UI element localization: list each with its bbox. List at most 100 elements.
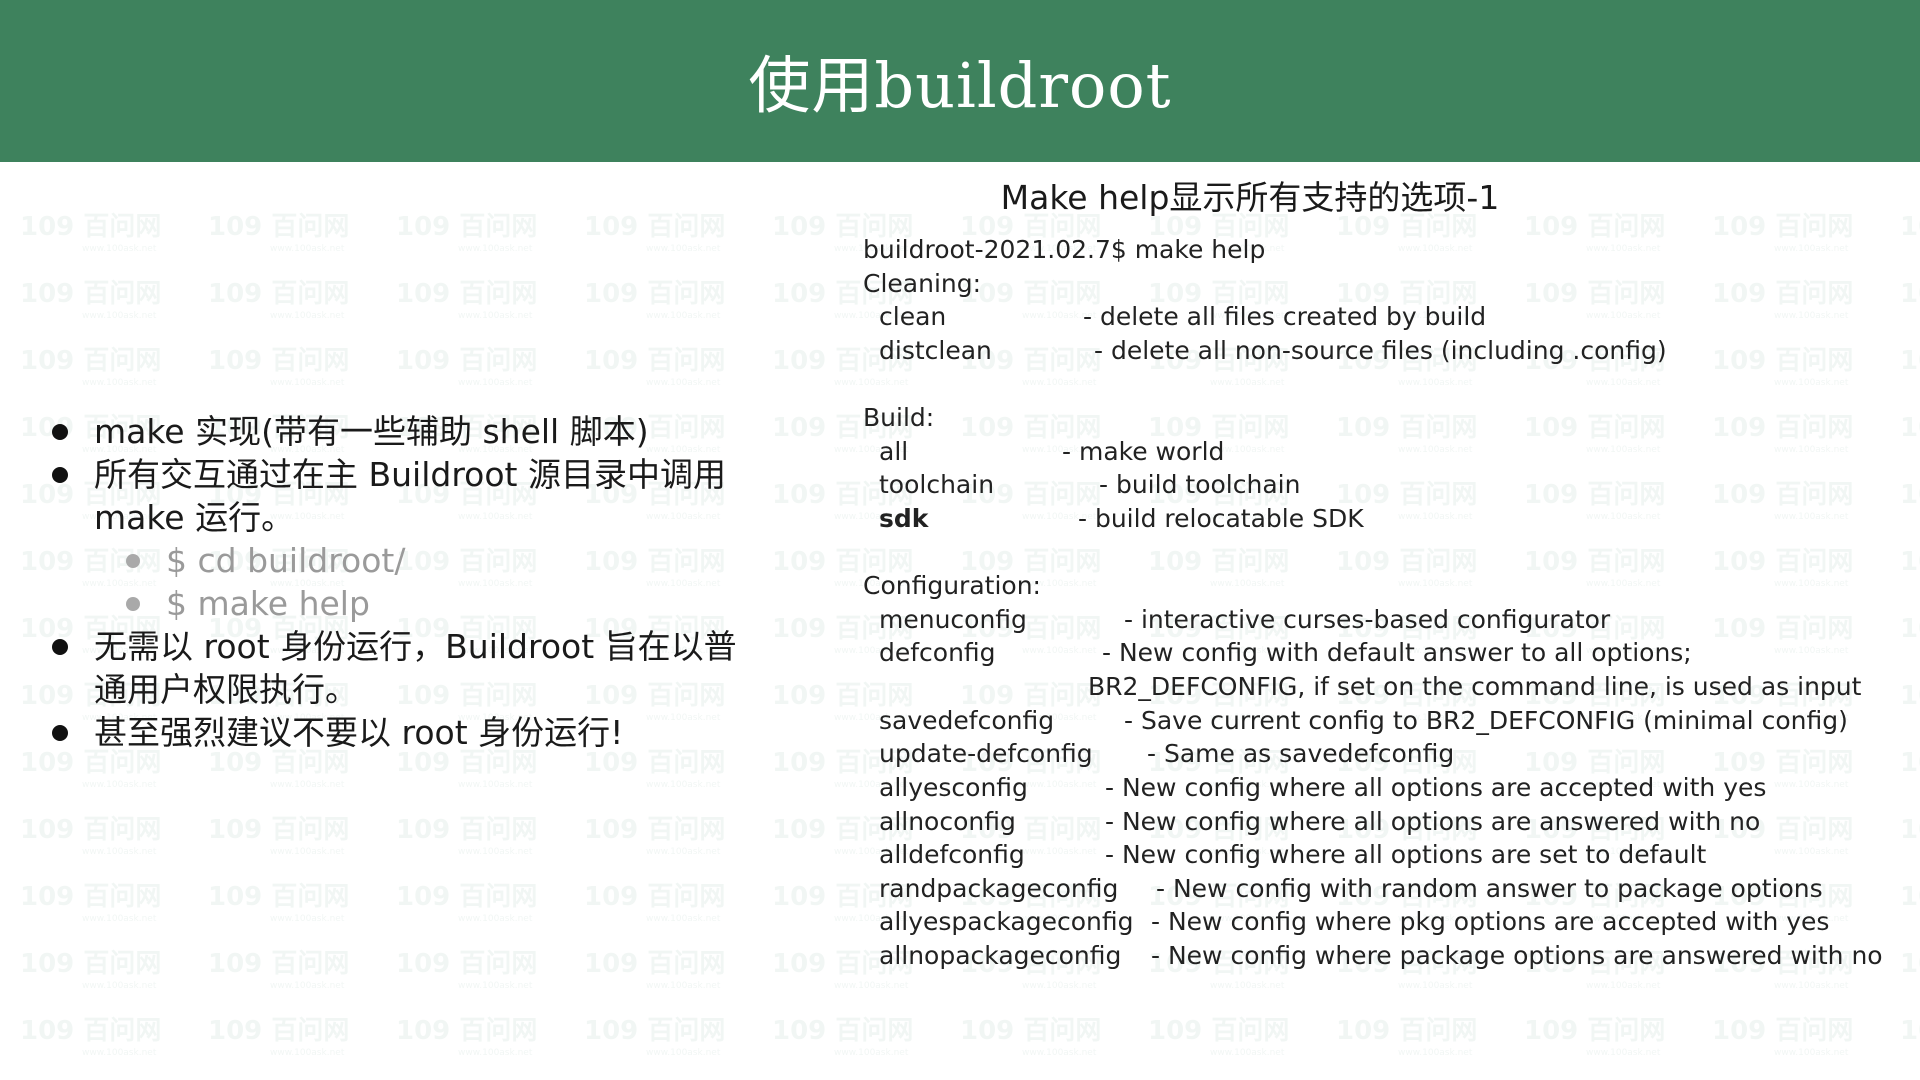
bullet-text: 无需以 root 身份运行，Buildroot 旨在以普 [94,627,737,666]
watermark-tile: 109 百问网www.100ask.net [1900,748,1920,778]
watermark-tile: 109 百问网www.100ask.net [584,212,726,254]
watermark-tile: 109 百问网www.100ask.net [20,815,162,857]
option-name: alldefconfig [879,840,1025,869]
option-row: distclean - delete all non-source files … [879,335,1667,367]
option-description: - New config where all options are answe… [1105,807,1761,836]
option-row: clean - delete all files created by buil… [879,301,1486,333]
watermark-tile: 109 百问网www.100ask.net [208,279,350,321]
watermark-tile: 109 百问网www.100ask.net [1900,614,1920,644]
watermark-tile: 109 百问网www.100ask.net [960,1016,1102,1058]
watermark-tile: 109 百问网www.100ask.net [584,949,726,991]
bullet-text: 甚至强烈建议不要以 root 身份运行! [94,713,624,752]
watermark-tile: 109 百问网www.100ask.net [208,815,350,857]
slide-title: 使用buildroot [748,49,1172,122]
watermark-tile: 109 百问网www.100ask.net [1524,547,1666,589]
bullet-item: make 实现(带有一些辅助 shell 脚本) [48,410,768,453]
option-description: - Save current config to BR2_DEFCONFIG (… [1124,706,1848,735]
sub-bullet-dot-icon [126,554,140,568]
option-name: allnopackageconfig [879,941,1122,970]
watermark-tile: 109 百问网www.100ask.net [1712,279,1854,321]
option-description: - delete all files created by build [1083,302,1487,331]
option-row: allyesconfig - New config where all opti… [879,772,1766,804]
option-row: allnopackageconfig - New config where pa… [879,940,1883,972]
option-name: defconfig [879,638,996,667]
watermark-tile: 109 百问网www.100ask.net [1524,279,1666,321]
bullet-text: 所有交互通过在主 Buildroot 源目录中调用 [94,455,726,494]
option-description: - New config with default answer to all … [1102,638,1692,667]
bullet-text: 通用户权限执行。 [94,670,358,709]
watermark-tile: 109 百问网www.100ask.net [208,1016,350,1058]
watermark-tile: 109 百问网www.100ask.net [396,346,538,388]
watermark-tile: 109 百问网www.100ask.net [584,815,726,857]
sub-bullet-dot-icon [126,597,140,611]
bullet-dot-icon [52,424,68,440]
watermark-tile: 109 百问网www.100ask.net [1900,279,1920,309]
watermark-tile: 109 百问网www.100ask.net [20,949,162,991]
option-description: - New config where package options are a… [1151,941,1883,970]
option-description: - New config where all options are accep… [1105,773,1767,802]
slide-header: 使用buildroot [0,0,1920,162]
option-description: - interactive curses-based configurator [1124,605,1611,634]
sub-bullet-text: $ cd buildroot/ [166,541,406,580]
bullet-text: make 运行。 [94,498,295,537]
section-heading-build: Build: [863,403,935,432]
option-row: sdk - build relocatable SDK [879,503,1364,535]
watermark-tile: 109 百问网www.100ask.net [20,882,162,924]
section-heading-configuration: Configuration: [863,571,1041,600]
watermark-tile: 109 百问网www.100ask.net [208,346,350,388]
option-description: - New config where all options are set t… [1105,840,1707,869]
watermark-tile: 109 百问网www.100ask.net [1524,413,1666,455]
option-name: allyespackageconfig [879,907,1134,936]
bullet-dot-icon [52,639,68,655]
watermark-tile: 109 百问网www.100ask.net [1900,413,1920,443]
option-row: allyespackageconfig - New config where p… [879,906,1829,938]
shell-prompt: buildroot-2021.02.7$ make help [863,235,1266,264]
watermark-tile: 109 百问网www.100ask.net [1336,547,1478,589]
watermark-tile: 109 百问网www.100ask.net [1148,1016,1290,1058]
option-name: allnoconfig [879,807,1016,836]
watermark-tile: 109 百问网www.100ask.net [20,1016,162,1058]
sub-bullet-text: $ make help [166,584,370,623]
option-description: - delete all non-source files (including… [1094,336,1667,365]
watermark-tile: 109 百问网www.100ask.net [1900,815,1920,845]
watermark-tile: 109 百问网www.100ask.net [584,279,726,321]
option-description: BR2_DEFCONFIG, if set on the command lin… [1088,672,1862,701]
option-description: - build relocatable SDK [1078,504,1364,533]
watermark-tile: 109 百问网www.100ask.net [1900,681,1920,711]
bullet-list: make 实现(带有一些辅助 shell 脚本) 所有交互通过在主 Buildr… [48,410,768,754]
watermark-tile: 109 百问网www.100ask.net [20,279,162,321]
sub-bullet-item: $ make help [48,582,768,625]
option-row: alldefconfig - New config where all opti… [879,839,1706,871]
option-name: allyesconfig [879,773,1028,802]
watermark-tile: 109 百问网www.100ask.net [20,346,162,388]
option-row: menuconfig - interactive curses-based co… [879,604,1610,636]
watermark-tile: 109 百问网www.100ask.net [208,882,350,924]
watermark-tile: 109 百问网www.100ask.net [772,1016,914,1058]
option-name: sdk [879,504,929,533]
option-name: randpackageconfig [879,874,1119,903]
option-row: allnoconfig - New config where all optio… [879,806,1760,838]
option-name: toolchain [879,470,995,499]
watermark-tile: 109 百问网www.100ask.net [396,279,538,321]
watermark-tile: 109 百问网www.100ask.net [1900,346,1920,376]
watermark-tile: 109 百问网www.100ask.net [396,949,538,991]
bullet-item: 所有交互通过在主 Buildroot 源目录中调用 make 运行。 [48,453,768,539]
watermark-tile: 109 百问网www.100ask.net [1524,480,1666,522]
option-row: update-defconfig - Same as savedefconfig [879,738,1454,770]
watermark-tile: 109 百问网www.100ask.net [1712,547,1854,589]
option-name: update-defconfig [879,739,1093,768]
watermark-tile: 109 百问网www.100ask.net [1712,480,1854,522]
watermark-tile: 109 百问网www.100ask.net [1900,480,1920,510]
watermark-tile: 109 百问网www.100ask.net [396,212,538,254]
watermark-tile: 109 百问网www.100ask.net [1900,949,1920,979]
option-name: clean [879,302,947,331]
help-section-title: Make help显示所有支持的选项-1 [1000,178,1500,217]
watermark-tile: 109 百问网www.100ask.net [1524,1016,1666,1058]
bullet-text: make 实现(带有一些辅助 shell 脚本) [94,412,649,451]
bullet-item: 甚至强烈建议不要以 root 身份运行! [48,711,768,754]
option-description: - make world [1062,437,1225,466]
watermark-tile: 109 百问网www.100ask.net [584,346,726,388]
watermark-tile: 109 百问网www.100ask.net [208,212,350,254]
watermark-tile: 109 百问网www.100ask.net [1336,1016,1478,1058]
bullet-item: 无需以 root 身份运行，Buildroot 旨在以普 通用户权限执行。 [48,625,768,711]
